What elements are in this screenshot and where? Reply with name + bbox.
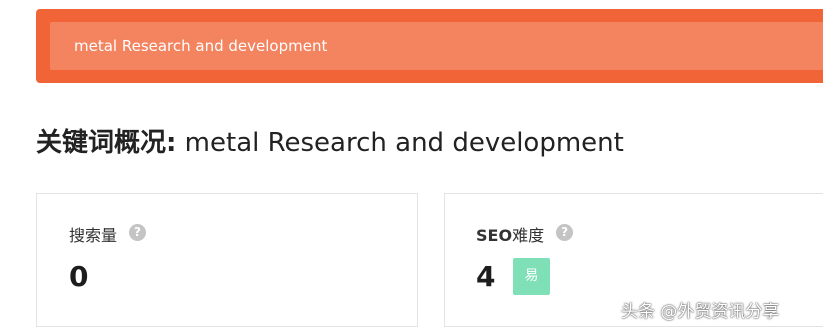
seo-difficulty-value: 4 (476, 260, 496, 293)
search-volume-label: 搜索量 (69, 226, 118, 245)
page-title-prefix: 关键词概况: (36, 128, 177, 158)
page-title-keyword: metal Research and development (184, 128, 624, 158)
watermark: 头条 @外贸资讯分享 (621, 302, 780, 322)
difficulty-badge: 易 (513, 258, 550, 295)
seo-difficulty-label-strong: SEO (476, 226, 513, 245)
search-volume-label-row: 搜索量 ? (69, 222, 147, 246)
seo-difficulty-label: SEO难度 (476, 222, 544, 246)
search-volume-value: 0 (69, 260, 89, 293)
search-volume-card: 搜索量 ? 0 (36, 193, 418, 327)
seo-difficulty-label-row: SEO难度 ? (476, 222, 574, 246)
help-circle-icon[interactable]: ? (556, 223, 574, 241)
search-bar (36, 9, 823, 83)
page-title: 关键词概况: metal Research and development (36, 122, 624, 159)
keyword-overview-page: 关键词概况: metal Research and development 搜索… (0, 0, 823, 329)
search-input[interactable] (50, 22, 823, 70)
help-circle-icon[interactable]: ? (129, 223, 147, 241)
seo-difficulty-label-rest: 难度 (512, 226, 545, 245)
